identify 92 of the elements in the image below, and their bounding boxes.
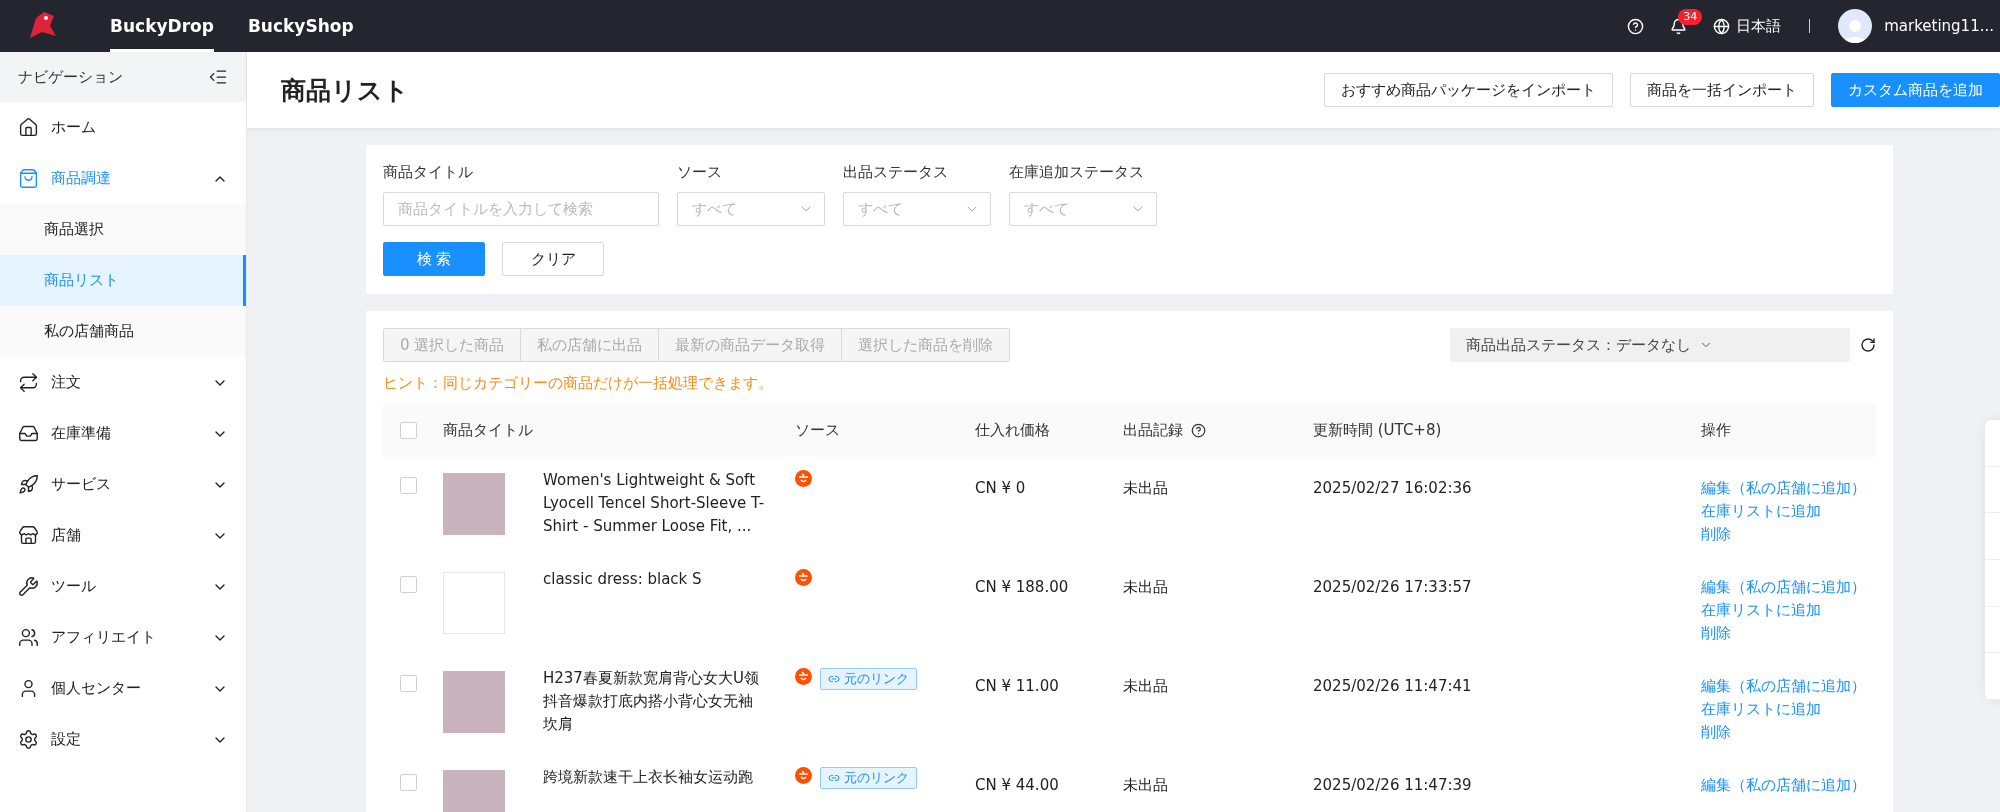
- sidebar-item[interactable]: 個人センター: [0, 663, 246, 714]
- row-action-link[interactable]: 編集（私の店舗に追加）: [1701, 576, 1866, 599]
- price-text: CN ¥ 188.00: [975, 577, 1069, 598]
- globe-icon: [1713, 17, 1731, 35]
- sidebar-item[interactable]: 注文: [0, 357, 246, 408]
- filter-label: ソース: [677, 163, 723, 182]
- top-nav-tab[interactable]: BuckyShop: [247, 0, 354, 52]
- search-button[interactable]: 検 索: [383, 242, 485, 276]
- filter-dropdown[interactable]: すべて: [677, 192, 825, 226]
- row-checkbox[interactable]: [400, 675, 417, 692]
- sidebar-item[interactable]: 店舗: [0, 510, 246, 561]
- store-icon: [18, 525, 39, 546]
- notification-badge: 34: [1678, 8, 1703, 25]
- listing-status-text: 未出品: [1123, 775, 1168, 796]
- tray-icon: [18, 423, 39, 444]
- updated-time-text: 2025/02/26 11:47:41: [1313, 676, 1472, 697]
- row-action-link[interactable]: 削除: [1701, 523, 1866, 546]
- avatar[interactable]: [1838, 9, 1873, 43]
- header-button[interactable]: 商品を一括インポート: [1630, 73, 1814, 107]
- filter-label: 商品タイトル: [383, 163, 474, 182]
- row-action-link[interactable]: 在庫リストに追加: [1701, 599, 1866, 622]
- row-checkbox[interactable]: [400, 477, 417, 494]
- source-icon: [795, 470, 812, 487]
- sidebar-item[interactable]: 在庫準備: [0, 408, 246, 459]
- product-title: H237春夏新款宽肩背心女大U领抖音爆款打底内搭小背心女无袖坎肩: [543, 668, 760, 735]
- page-title: 商品リスト: [281, 74, 410, 107]
- listing-status-text: 未出品: [1123, 478, 1168, 499]
- listing-status-text: 未出品: [1123, 676, 1168, 697]
- filter-dropdown[interactable]: すべて: [1009, 192, 1157, 226]
- filter-label: 出品ステータス: [843, 163, 949, 182]
- users-icon: [18, 627, 39, 648]
- column-title: ソース: [795, 420, 840, 440]
- updated-time-text: 2025/02/26 11:47:39: [1313, 775, 1472, 796]
- sidebar-item[interactable]: アフィリエイト: [0, 612, 246, 663]
- row-action-link[interactable]: 削除: [1701, 721, 1866, 744]
- sidebar-item[interactable]: 商品調達: [0, 153, 246, 204]
- row-action-link[interactable]: 在庫リストに追加: [1701, 698, 1866, 721]
- product-title: 跨境新款速干上衣长袖女运动跑: [543, 767, 754, 788]
- header-button[interactable]: おすすめ商品パッケージをインポート: [1324, 73, 1613, 107]
- language-selector[interactable]: 日本語: [1713, 16, 1782, 36]
- row-action-link[interactable]: 編集（私の店舗に追加）: [1701, 774, 1866, 797]
- refresh-icon[interactable]: [1860, 337, 1876, 353]
- source-icon: [795, 668, 812, 685]
- listing-status-text: 未出品: [1123, 577, 1168, 598]
- row-action-link[interactable]: 在庫リストに追加: [1701, 500, 1866, 523]
- filter-dropdown[interactable]: すべて: [843, 192, 991, 226]
- wrench-icon: [18, 576, 39, 597]
- price-text: CN ¥ 44.00: [975, 775, 1059, 796]
- select-all-checkbox[interactable]: [400, 421, 417, 439]
- shopping-bag-icon: [18, 168, 39, 189]
- link-icon: [828, 673, 840, 685]
- column-title: 出品記録: [1123, 420, 1183, 440]
- column-title: 仕入れ価格: [975, 420, 1050, 440]
- column-title: 商品タイトル: [443, 420, 533, 440]
- updated-time-text: 2025/02/27 16:02:36: [1313, 478, 1472, 499]
- sidebar-subitem[interactable]: 商品リスト: [0, 255, 246, 306]
- sidebar-item[interactable]: ホーム: [0, 102, 246, 153]
- help-icon[interactable]: [1191, 422, 1206, 438]
- row-checkbox[interactable]: [400, 774, 417, 791]
- price-text: CN ¥ 0: [975, 478, 1026, 499]
- home-icon: [18, 117, 39, 138]
- row-action-link[interactable]: 編集（私の店舗に追加）: [1701, 675, 1866, 698]
- source-link-tag[interactable]: 元のリンク: [820, 767, 917, 789]
- source-link-tag[interactable]: 元のリンク: [820, 668, 917, 690]
- hint-text: ヒント：同じカテゴリーの商品だけが一括処理できます。: [383, 374, 774, 393]
- product-title: Women's Lightweight & Soft Lyocell Tencel Short-Sleeve T-Shirt - Summer Loose Fit, ...: [543, 470, 765, 537]
- filter-label: 在庫追加ステータス: [1009, 163, 1145, 182]
- search-field[interactable]: 商品タイトルを入力して検索: [383, 192, 659, 226]
- settings-icon: [18, 729, 39, 750]
- source-icon: [795, 767, 812, 784]
- product-title: classic dress: black S: [543, 569, 703, 590]
- sidebar-title: ナビゲーション: [18, 67, 123, 87]
- price-text: CN ¥ 11.00: [975, 676, 1059, 697]
- link-icon: [828, 772, 840, 784]
- column-title: 更新時間 (UTC+8): [1313, 420, 1442, 440]
- row-action-link[interactable]: 削除: [1701, 622, 1866, 645]
- status-dropdown[interactable]: 商品出品ステータス：データなし: [1450, 328, 1850, 362]
- sidebar-item[interactable]: 設定: [0, 714, 246, 765]
- sidebar-subitem[interactable]: 私の店舗商品: [0, 306, 246, 357]
- row-checkbox[interactable]: [400, 576, 417, 593]
- sidebar-subitem[interactable]: 商品選択: [0, 204, 246, 255]
- user-name[interactable]: marketing11...: [1884, 17, 1994, 35]
- updated-time-text: 2025/02/26 17:33:57: [1313, 577, 1472, 598]
- clear-button[interactable]: クリア: [502, 242, 604, 276]
- rocket-icon: [18, 474, 39, 495]
- sidebar-item[interactable]: ツール: [0, 561, 246, 612]
- source-icon: [795, 569, 812, 586]
- swap-arrows-icon: [18, 372, 39, 393]
- header-button[interactable]: カスタム商品を追加: [1831, 73, 2000, 107]
- column-title: 操作: [1701, 420, 1731, 440]
- row-action-link[interactable]: 編集（私の店舗に追加）: [1701, 477, 1866, 500]
- sidebar-item[interactable]: サービス: [0, 459, 246, 510]
